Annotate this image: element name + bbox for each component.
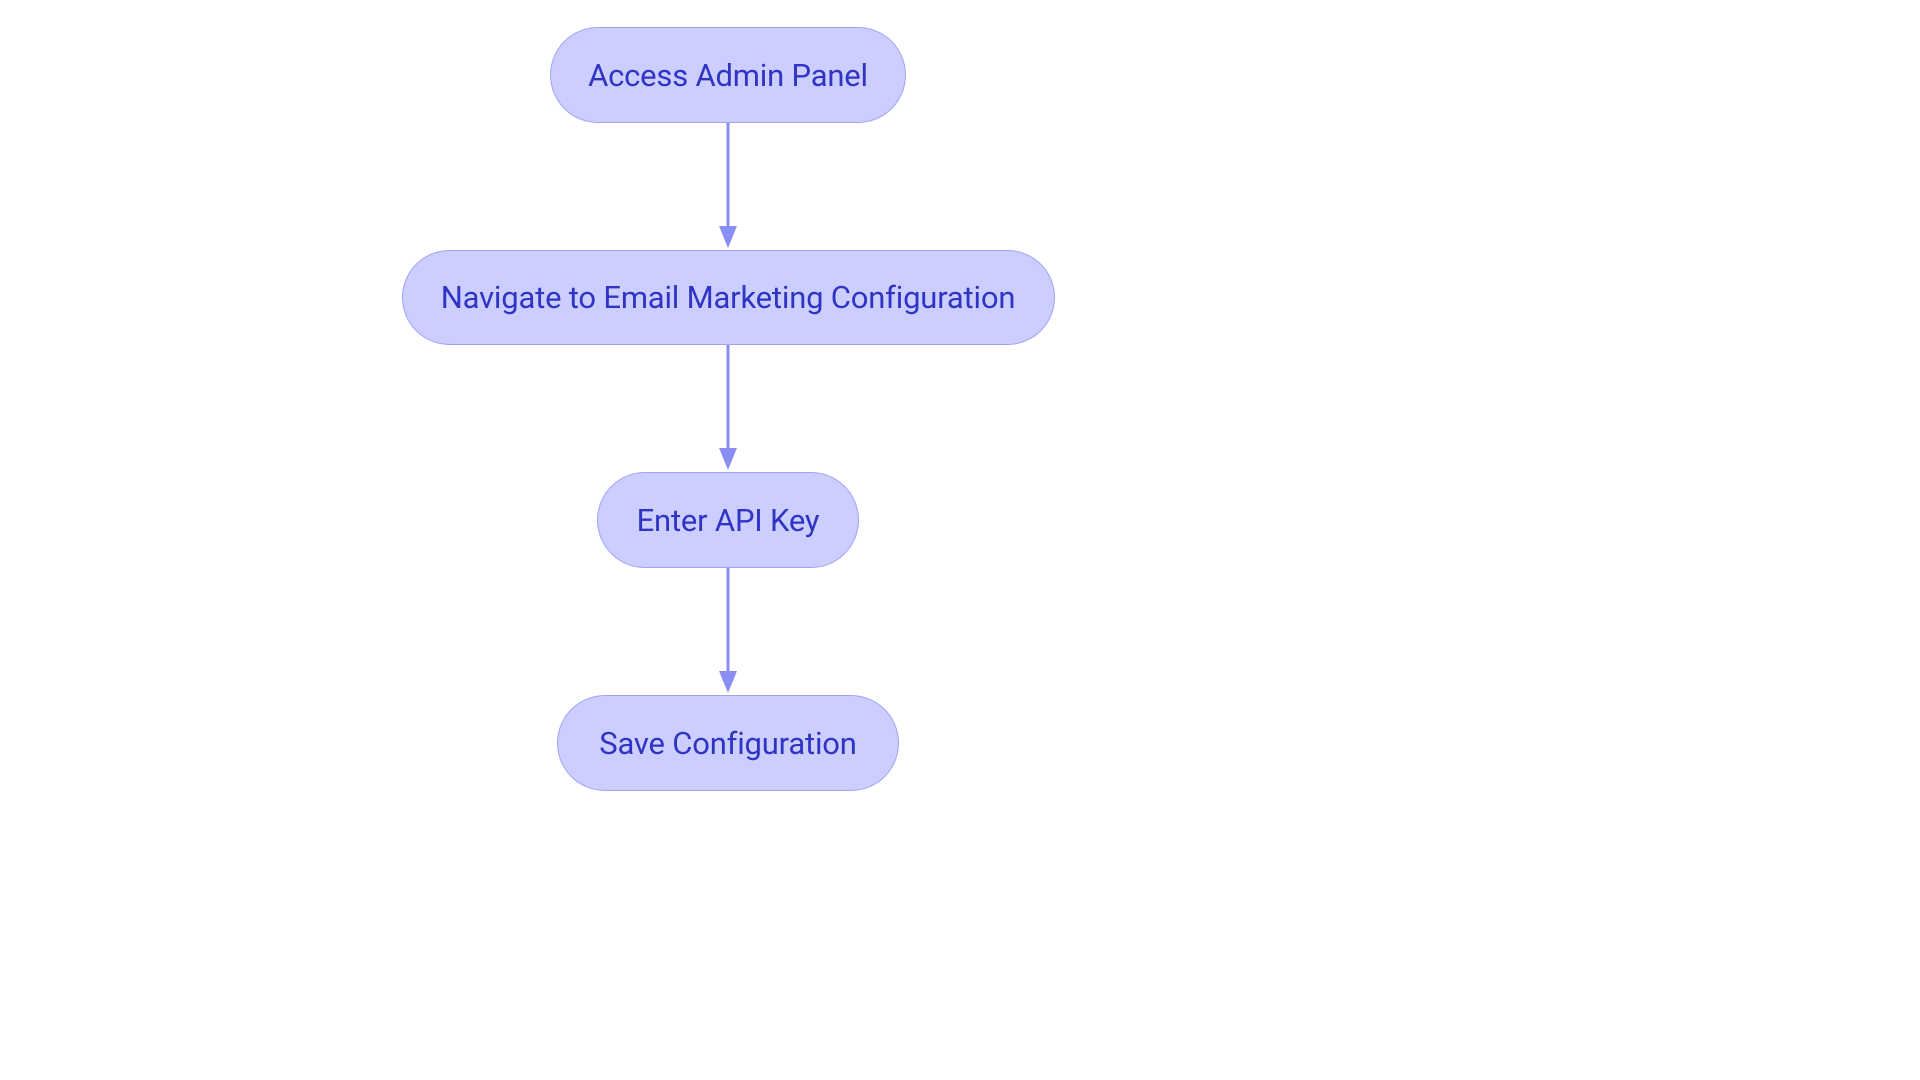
flow-node-navigate-email-config: Navigate to Email Marketing Configuratio…: [402, 250, 1055, 345]
flow-node-save-configuration: Save Configuration: [557, 695, 899, 791]
flow-node-label: Save Configuration: [599, 725, 856, 762]
flow-node-enter-api-key: Enter API Key: [597, 472, 859, 568]
flowchart-canvas: Access Admin Panel Navigate to Email Mar…: [0, 0, 1920, 1080]
flow-node-label: Navigate to Email Marketing Configuratio…: [441, 279, 1016, 316]
flow-node-label: Enter API Key: [637, 502, 820, 539]
flow-node-access-admin-panel: Access Admin Panel: [550, 27, 906, 123]
flow-node-label: Access Admin Panel: [588, 57, 868, 94]
flow-arrows: [0, 0, 1920, 1080]
